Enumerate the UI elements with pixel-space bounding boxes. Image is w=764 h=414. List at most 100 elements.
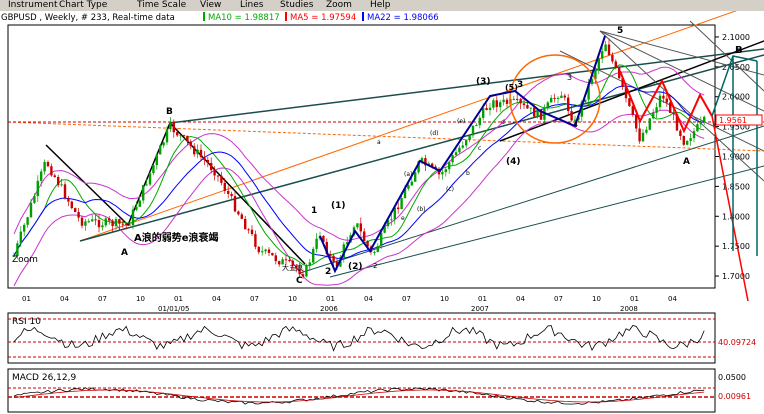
candle-body xyxy=(308,262,311,266)
price-y-tick-label: 2.1000 xyxy=(722,33,750,42)
candle-body xyxy=(125,224,128,226)
candle-body xyxy=(662,95,665,99)
candle-body xyxy=(485,108,488,110)
label-2: 2 xyxy=(325,267,331,277)
candle-body xyxy=(672,112,675,115)
candle-body xyxy=(414,172,417,182)
candle-body xyxy=(495,100,498,108)
price-x-tick-label: 01 xyxy=(22,295,31,303)
candle-body xyxy=(155,154,158,166)
candle-body xyxy=(499,102,502,108)
zoom-label[interactable]: Zoom xyxy=(12,255,38,265)
candle-body xyxy=(213,170,216,176)
menu-help[interactable]: Help xyxy=(370,0,391,11)
candle-body xyxy=(703,116,706,122)
candle-body xyxy=(189,141,192,147)
menu-instrument[interactable]: Instrument xyxy=(8,0,58,11)
candle-body xyxy=(193,146,196,155)
candle-body xyxy=(264,249,267,252)
candle-body xyxy=(23,224,26,232)
candle-body xyxy=(529,107,532,109)
candle-body xyxy=(451,155,454,163)
candle-body xyxy=(135,206,138,210)
candle-body xyxy=(36,180,39,197)
candle-body xyxy=(216,175,220,177)
candle-body xyxy=(261,251,264,253)
candle-body xyxy=(94,219,97,221)
candle-body xyxy=(699,121,702,125)
price-x-tick-label: 07 xyxy=(250,295,259,303)
candle-body xyxy=(274,255,277,262)
candle-body xyxy=(288,259,291,261)
candle-body xyxy=(390,219,393,221)
menu-studies[interactable]: Studies xyxy=(280,0,313,11)
candle-body xyxy=(645,129,648,133)
candle-body xyxy=(400,198,403,210)
candle-body xyxy=(441,172,444,175)
candle-body xyxy=(468,135,471,141)
candle-body xyxy=(635,114,638,129)
label-b-top: B xyxy=(166,107,173,117)
macd-tick-0: 0.0500 xyxy=(718,373,746,382)
label-3: 3 xyxy=(517,80,523,90)
candle-body xyxy=(50,166,53,176)
price-x-axis: 01 04 07 10 01 04 07 10 01 04 07 10 01 04 07 10 01 04 01/0… xyxy=(22,295,677,313)
candle-body xyxy=(315,238,318,249)
candle-body xyxy=(148,173,152,185)
label-paren-4: (4) xyxy=(506,157,521,167)
candle-body xyxy=(176,132,179,136)
label-paren-2: (2) xyxy=(348,262,363,272)
candle-body xyxy=(550,97,553,103)
label-d-small: d xyxy=(501,119,505,126)
candle-body xyxy=(271,252,274,256)
menu-lines[interactable]: Lines xyxy=(240,0,263,11)
candle-body xyxy=(70,201,73,209)
macd-value-label: 0.00961 xyxy=(718,392,751,401)
candle-body xyxy=(380,232,383,247)
rsi-title: RSI 10 xyxy=(12,317,41,327)
candle-body xyxy=(607,44,611,56)
price-x-tick-label: 01 xyxy=(174,295,183,303)
price-y-tick-label: 1.8000 xyxy=(722,212,750,221)
menu-time-scale[interactable]: Time Scale xyxy=(137,0,186,11)
candle-body xyxy=(182,135,186,137)
candle-body xyxy=(638,128,641,142)
price-x-tick-label: 04 xyxy=(516,295,525,303)
price-y-tick-label: 1.7500 xyxy=(722,242,750,251)
candle-body xyxy=(29,202,33,218)
menu-chart-type[interactable]: Chart Type xyxy=(59,0,107,11)
candle-body xyxy=(601,51,604,59)
label-b-small: b xyxy=(466,170,470,177)
price-y-tick-label: 1.7000 xyxy=(722,272,750,281)
candle-body xyxy=(97,220,101,228)
candle-body xyxy=(162,142,165,146)
price-x-year-label: 2008 xyxy=(620,305,638,313)
chart-symbol-info: GBPUSD , Weekly, # 233, Real-time data xyxy=(1,13,175,23)
label-b-right: B xyxy=(735,45,743,56)
candle-body xyxy=(696,124,699,132)
candle-body xyxy=(665,98,668,103)
menu-zoom[interactable]: Zoom xyxy=(326,0,352,11)
label-4: 4 xyxy=(573,120,578,129)
label-1: 1 xyxy=(311,206,317,216)
candle-body xyxy=(172,121,175,133)
candle-body xyxy=(363,231,366,242)
menu-view[interactable]: View xyxy=(200,0,221,11)
candle-body xyxy=(614,61,617,68)
candle-body xyxy=(522,103,526,106)
candle-body xyxy=(407,185,410,189)
label-5: 5 xyxy=(617,26,623,36)
candle-body xyxy=(492,100,495,108)
ma5-swatch xyxy=(285,12,287,21)
rsi-value-label: 40.09724 xyxy=(718,338,756,347)
candle-body xyxy=(563,95,566,98)
candle-body xyxy=(692,131,696,139)
candle-body xyxy=(471,125,475,136)
chart-canvas[interactable]: GBPUSD , Weekly, # 233, Real-time data M… xyxy=(0,11,764,414)
candle-body xyxy=(165,129,169,143)
label-c: C xyxy=(296,276,303,286)
candle-body xyxy=(67,198,70,202)
candle-body xyxy=(152,165,155,174)
candle-body xyxy=(57,176,60,186)
candle-body xyxy=(512,98,515,100)
